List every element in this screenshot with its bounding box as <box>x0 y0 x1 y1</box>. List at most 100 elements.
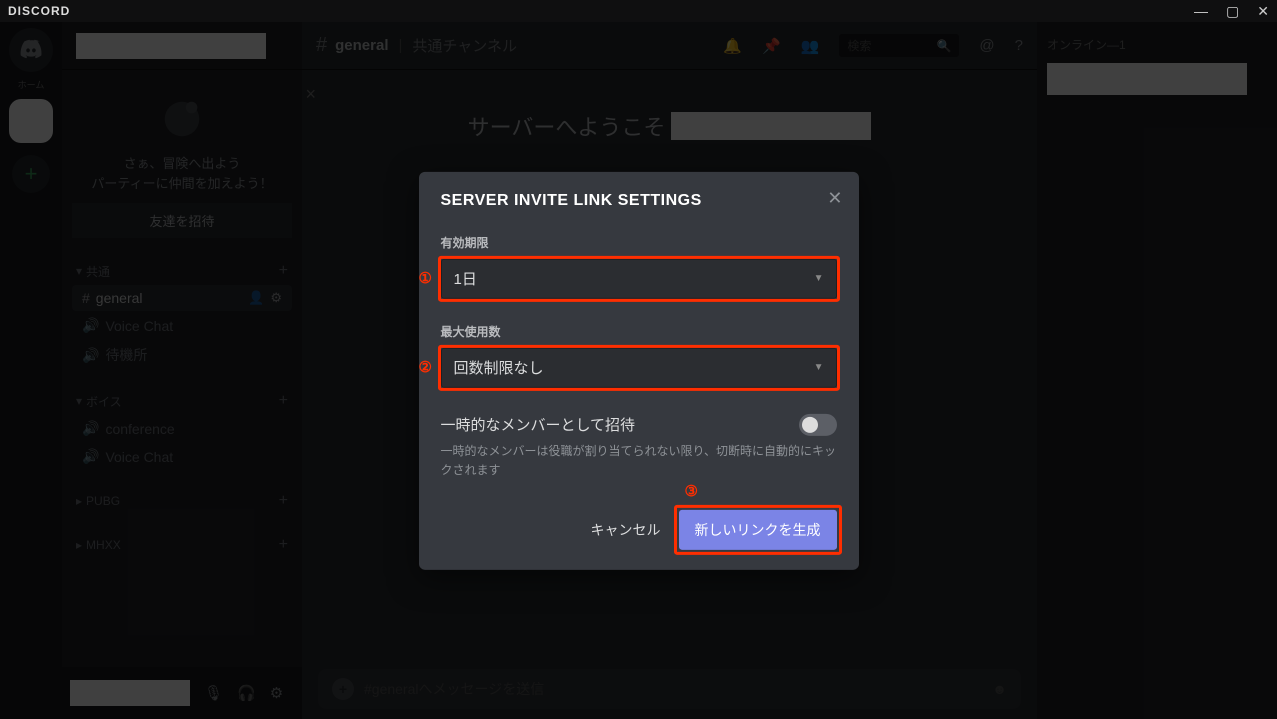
maxuses-label: 最大使用数 <box>441 322 837 339</box>
add-server-button[interactable]: + <box>12 155 50 193</box>
maxuses-value: 回数制限なし <box>454 357 544 378</box>
user-bar: 🎙 🎧 ⚙ <box>62 667 302 719</box>
channel-label: conference <box>105 421 174 437</box>
channel-voicechat[interactable]: 🔊 Voice Chat <box>72 312 292 339</box>
mute-icon[interactable]: 🎙 <box>204 684 223 702</box>
speaker-icon: 🔊 <box>82 420 99 437</box>
hash-icon: # <box>82 290 90 306</box>
category-pubg[interactable]: ▸ PUBG + <box>68 488 296 514</box>
channel-waiting[interactable]: 🔊 待機所 <box>72 340 292 370</box>
chevron-down-icon: ▾ <box>76 264 82 278</box>
deafen-icon[interactable]: 🎧 <box>237 684 256 702</box>
channel-label: Voice Chat <box>105 318 173 334</box>
temporary-label: 一時的なメンバーとして招待 <box>441 414 636 435</box>
close-icon[interactable]: ✕ <box>1257 3 1269 20</box>
pin-icon[interactable]: 📌 <box>762 37 781 55</box>
channel-header: # general | 共通チャンネル 🔔 📌 👥 検索 🔍 @ ? <box>302 22 1037 70</box>
temporary-description: 一時的なメンバーは役職が割り当てられない限り、切断時に自動的にキックされます <box>441 441 837 479</box>
server-icon[interactable] <box>9 99 53 143</box>
add-channel-icon[interactable]: + <box>279 536 288 554</box>
category-label: PUBG <box>86 494 120 508</box>
modal-close-icon[interactable]: ✕ <box>827 187 842 208</box>
annotation-2: ② <box>419 357 432 375</box>
server-name-redacted <box>76 33 266 59</box>
app-brand: DISCORD <box>8 4 70 18</box>
generate-link-button[interactable]: 新しいリンクを生成 <box>679 510 837 550</box>
message-composer: + #generalへメッセージを送信 ☻ <box>302 659 1037 719</box>
invite-friends-button[interactable]: 友達を招待 <box>72 203 292 238</box>
chevron-right-icon: ▸ <box>76 538 82 552</box>
channel-voicechat2[interactable]: 🔊 Voice Chat <box>72 443 292 470</box>
member-row-redacted[interactable] <box>1047 63 1247 95</box>
onboarding-text-1: さぁ、冒険へ出よう <box>72 154 292 174</box>
member-list: オンライン—1 <box>1037 22 1277 719</box>
channel-conference[interactable]: 🔊 conference <box>72 415 292 442</box>
speaker-icon: 🔊 <box>82 317 99 334</box>
temporary-toggle[interactable] <box>799 413 837 435</box>
search-icon: 🔍 <box>936 39 951 53</box>
maximize-icon[interactable]: ▢ <box>1226 3 1239 20</box>
emoji-icon[interactable]: ☻ <box>992 681 1007 697</box>
modal-title: SERVER INVITE LINK SETTINGS <box>441 191 837 209</box>
expire-label: 有効期限 <box>441 233 837 250</box>
attach-icon[interactable]: + <box>332 678 354 700</box>
category-mhxx[interactable]: ▸ MHXX + <box>68 532 296 558</box>
close-onboard-icon[interactable]: × <box>305 84 316 105</box>
onboarding-panel: さぁ、冒険へ出よう パーティーに仲間を加えよう！ <box>62 70 302 193</box>
add-channel-icon[interactable]: + <box>279 492 288 510</box>
help-icon[interactable]: ? <box>1015 37 1023 54</box>
channel-general[interactable]: # general 👤 ⚙ <box>72 285 292 311</box>
maxuses-select[interactable]: 回数制限なし ▼ <box>441 347 837 387</box>
add-channel-icon[interactable]: + <box>279 262 288 280</box>
welcome-text: サーバーへようこそ <box>468 110 666 142</box>
minimize-icon[interactable]: ― <box>1194 3 1208 20</box>
search-input[interactable]: 検索 🔍 <box>839 34 959 57</box>
speaker-icon: 🔊 <box>82 448 99 465</box>
invite-icon[interactable]: 👤 <box>248 290 264 306</box>
members-online-header: オンライン—1 <box>1047 36 1267 53</box>
members-icon[interactable]: 👥 <box>801 37 820 55</box>
annotation-3: ③ <box>685 482 698 500</box>
mentions-icon[interactable]: @ <box>979 37 994 54</box>
welcome-heading: サーバーへようこそ <box>302 110 1037 142</box>
window-controls: ― ▢ ✕ <box>1194 3 1269 20</box>
channel-sidebar: × さぁ、冒険へ出よう パーティーに仲間を加えよう！ 友達を招待 ▾ 共通 + … <box>62 22 302 719</box>
category-shared[interactable]: ▾ 共通 + <box>68 258 296 284</box>
composer-input[interactable]: + #generalへメッセージを送信 ☻ <box>318 669 1021 709</box>
annotation-1: ① <box>419 268 432 286</box>
search-placeholder: 検索 <box>847 37 871 54</box>
channel-label: general <box>96 290 143 306</box>
server-header[interactable]: × <box>62 22 302 70</box>
expire-select[interactable]: 1日 ▼ <box>441 258 837 298</box>
hash-icon: # <box>316 34 327 57</box>
chevron-down-icon: ▼ <box>814 273 824 284</box>
temporary-toggle-row: 一時的なメンバーとして招待 <box>441 413 837 435</box>
chevron-down-icon: ▾ <box>76 394 82 408</box>
add-channel-icon[interactable]: + <box>279 392 288 410</box>
onboarding-art <box>72 84 292 154</box>
home-button[interactable] <box>9 28 53 72</box>
titlebar: DISCORD ― ▢ ✕ <box>0 0 1277 22</box>
settings-icon[interactable]: ⚙ <box>270 684 283 702</box>
expire-value: 1日 <box>454 268 477 289</box>
category-label: 共通 <box>86 263 110 280</box>
category-label: ボイス <box>86 393 122 410</box>
category-voice[interactable]: ▾ ボイス + <box>68 388 296 414</box>
welcome-redacted <box>671 112 871 140</box>
channel-label: 待機所 <box>105 345 147 365</box>
channel-name: general <box>335 37 388 54</box>
channel-topic: 共通チャンネル <box>412 35 517 56</box>
home-label: ホーム <box>18 78 45 91</box>
category-label: MHXX <box>86 538 121 552</box>
onboarding-text-2: パーティーに仲間を加えよう！ <box>72 174 292 194</box>
channel-label: Voice Chat <box>105 449 173 465</box>
gear-icon[interactable]: ⚙ <box>270 290 282 306</box>
discord-icon <box>18 37 44 63</box>
invite-settings-modal: SERVER INVITE LINK SETTINGS ✕ 有効期限 ① 1日 … <box>419 171 859 569</box>
composer-placeholder: #generalへメッセージを送信 <box>364 679 544 699</box>
server-rail: ホーム + <box>0 22 62 719</box>
avatar-redacted[interactable] <box>70 680 190 706</box>
cancel-button[interactable]: キャンセル <box>591 520 661 540</box>
bell-icon[interactable]: 🔔 <box>723 37 742 55</box>
speaker-icon: 🔊 <box>82 347 99 364</box>
